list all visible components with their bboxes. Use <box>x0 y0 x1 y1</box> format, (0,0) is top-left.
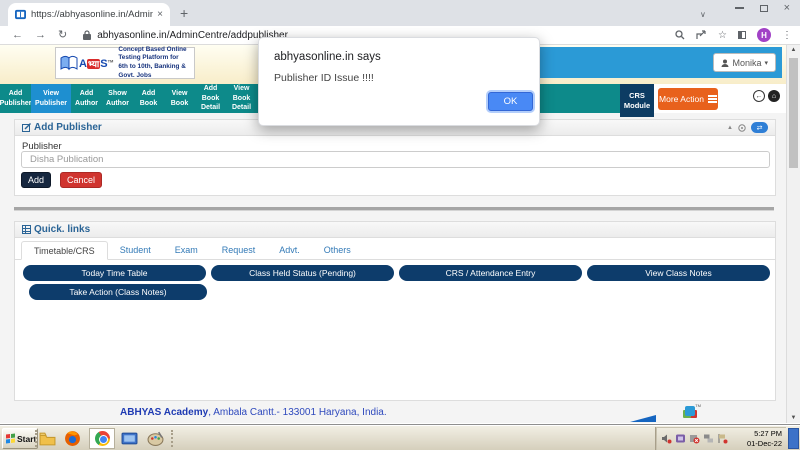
tab-search-chevron-icon[interactable]: ∨ <box>700 10 706 19</box>
footer-logo-mark: TM <box>685 406 695 416</box>
scroll-down-icon[interactable]: ▼ <box>787 415 800 421</box>
quick-links-row1: Today Time Table Class Held Status (Pendi… <box>23 265 770 281</box>
flag-tray-icon[interactable] <box>717 433 728 444</box>
footer-logo-swoosh <box>630 415 656 422</box>
site-logo[interactable]: Aभ्याSTM Concept Based Online Testing Pl… <box>55 47 195 79</box>
alert-ok-button[interactable]: OK <box>488 92 533 111</box>
quick-links-tabs: Timetable/CRSStudentExamRequestAdvt.Othe… <box>15 241 775 260</box>
taskbar-grip <box>35 430 37 447</box>
alert-dialog: abhyasonline.in says Publisher ID Issue … <box>258 37 540 126</box>
window-minimize-button[interactable] <box>735 7 744 9</box>
profile-avatar[interactable]: H <box>757 28 771 42</box>
window-close-button[interactable]: × <box>784 3 790 14</box>
quick-link-button[interactable]: CRS / Attendance Entry <box>399 265 582 281</box>
quick-links-tab[interactable]: Student <box>108 240 163 259</box>
nav-back-icon[interactable]: ← <box>753 90 765 102</box>
paint-icon[interactable] <box>147 430 164 447</box>
user-icon <box>721 59 729 67</box>
quick-links-tab[interactable]: Advt. <box>267 240 312 259</box>
quick-link-button[interactable]: View Class Notes <box>587 265 770 281</box>
quick-links-tab[interactable]: Timetable/CRS <box>21 241 108 260</box>
windows-logo-icon <box>6 434 15 444</box>
volume-mute-icon[interactable] <box>661 433 672 444</box>
collapse-icon[interactable]: ▲ <box>727 125 733 131</box>
new-tab-button[interactable]: + <box>180 5 188 21</box>
crs-module-button[interactable]: CRS Module <box>620 84 654 117</box>
quick-links-title: Quick. links <box>22 224 90 235</box>
site-slogan: Concept Based Online Testing Platform fo… <box>118 46 190 81</box>
user-menu-button[interactable]: Monika ▾ <box>713 53 776 72</box>
quick-links-tab[interactable]: Others <box>312 240 363 259</box>
file-explorer-icon[interactable] <box>39 430 56 447</box>
quick-links-tab[interactable]: Request <box>210 240 268 259</box>
nav-item[interactable]: Add Author <box>71 84 102 113</box>
quick-links-header: Quick. links <box>15 222 775 238</box>
error-tray-icon[interactable] <box>689 433 700 444</box>
image-viewer-icon[interactable] <box>121 430 138 447</box>
quick-link-button[interactable]: Today Time Table <box>23 265 206 281</box>
quick-links-tab[interactable]: Exam <box>163 240 210 259</box>
screen: https://abhyasonline.in/AdminCentre × + … <box>0 0 800 450</box>
chrome-icon <box>95 431 110 446</box>
add-button[interactable]: Add <box>21 172 51 188</box>
browser-menu-icon[interactable]: ⋮ <box>782 30 792 41</box>
cancel-button[interactable]: Cancel <box>60 172 102 188</box>
taskbar-clock[interactable]: 5:27 PM 01-Dec-22 <box>747 429 786 449</box>
footer-address: ABHYAS Academy, Ambala Cantt.- 133001 Ha… <box>120 407 387 418</box>
options-icon[interactable] <box>738 124 746 132</box>
scrollbar-thumb[interactable] <box>789 58 798 168</box>
edit-icon <box>22 123 31 132</box>
display-tray-icon[interactable] <box>675 433 686 444</box>
taskbar: Start 5:27 PM 01-Dec-22 <box>0 425 800 450</box>
back-icon[interactable]: ← <box>12 30 23 41</box>
firefox-icon[interactable] <box>64 430 81 447</box>
zoom-icon[interactable] <box>675 30 685 40</box>
more-action-button[interactable]: More Action <box>658 88 718 110</box>
nav-item[interactable]: Add Book <box>133 84 164 113</box>
nav-item[interactable]: Add Publisher <box>0 84 31 113</box>
browser-tab[interactable]: https://abhyasonline.in/AdminCentre × <box>8 3 170 26</box>
lock-icon[interactable] <box>83 30 91 40</box>
nav-item[interactable]: View Publisher <box>31 84 71 113</box>
nav-item[interactable]: View Book Detail <box>226 84 257 113</box>
system-tray: 5:27 PM 01-Dec-22 <box>655 427 786 450</box>
nav-item[interactable]: Add Book Detail <box>195 84 226 113</box>
grid-icon <box>22 225 31 234</box>
tab-title: https://abhyasonline.in/AdminCentre <box>31 9 153 20</box>
hamburger-icon <box>708 94 717 105</box>
side-panel-icon[interactable] <box>738 31 746 39</box>
vertical-scrollbar[interactable]: ▲ ▼ <box>786 45 800 423</box>
alert-title: abhyasonline.in says <box>274 51 381 63</box>
quick-links-panel: Quick. links Timetable/CRSStudentExamReq… <box>14 221 776 401</box>
quick-link-button[interactable]: Take Action (Class Notes) <box>29 284 207 300</box>
taskbar-grip <box>171 430 173 447</box>
quick-link-button[interactable]: Class Held Status (Pending) <box>211 265 394 281</box>
logo-text: Aभ्याSTM <box>79 57 113 70</box>
forward-icon[interactable]: → <box>35 30 46 41</box>
add-publisher-panel: Add Publisher ▲ ⇄ Publisher Add Cancel <box>14 119 776 196</box>
start-button[interactable]: Start <box>2 428 38 449</box>
share-icon[interactable] <box>696 30 707 40</box>
bookmark-star-icon[interactable]: ☆ <box>718 30 727 41</box>
refresh-icon[interactable]: ⇄ <box>751 122 768 133</box>
alert-message: Publisher ID Issue !!!! <box>274 72 374 84</box>
nav-item[interactable]: View Book <box>164 84 195 113</box>
nav-item[interactable]: Show Author <box>102 84 133 113</box>
browser-tabstrip: https://abhyasonline.in/AdminCentre × + … <box>0 0 800 26</box>
network-tray-icon[interactable] <box>703 433 714 444</box>
scroll-up-icon[interactable]: ▲ <box>787 47 800 53</box>
publisher-input[interactable] <box>21 151 770 168</box>
nav-home-icon[interactable]: ⌂ <box>768 90 780 102</box>
chrome-taskbar-button[interactable] <box>89 428 115 449</box>
quick-links-row2: Take Action (Class Notes) <box>29 284 207 300</box>
window-restore-button[interactable] <box>760 5 768 12</box>
tab-close-icon[interactable]: × <box>157 10 163 20</box>
reload-icon[interactable]: ↻ <box>58 30 67 41</box>
show-desktop-button[interactable] <box>788 428 799 449</box>
book-logo-icon <box>60 55 78 71</box>
site-favicon-icon <box>15 9 26 20</box>
panel-title: Add Publisher <box>22 122 102 133</box>
section-divider <box>14 207 774 211</box>
